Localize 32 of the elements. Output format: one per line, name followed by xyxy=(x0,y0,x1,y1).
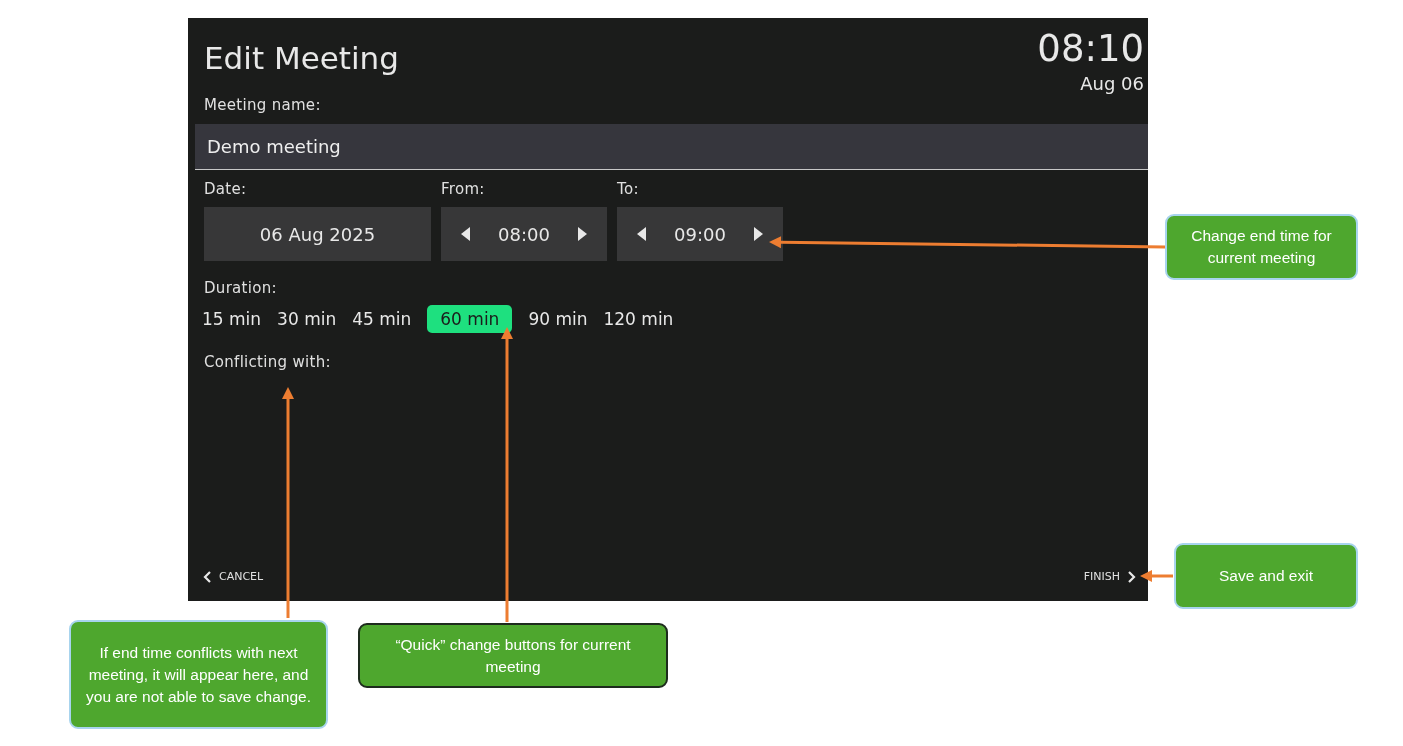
chevron-left-icon xyxy=(203,570,213,583)
field-label: To: xyxy=(617,180,640,198)
duration-option[interactable]: 45 min xyxy=(352,305,412,333)
decrease-time-icon[interactable] xyxy=(637,227,646,241)
chevron-right-icon xyxy=(1126,570,1136,583)
field-label: Duration: xyxy=(203,278,278,297)
duration-option[interactable]: 30 min xyxy=(277,305,337,333)
time-value: 09:00 xyxy=(674,223,726,245)
field-label: Date: xyxy=(204,180,248,198)
annotation-callout: “Quick” change buttons for current meeting xyxy=(358,623,668,688)
duration-option[interactable]: 120 min xyxy=(603,305,674,333)
cancel-button[interactable]: CANCEL xyxy=(203,570,264,583)
field-label: Meeting name: xyxy=(203,96,322,114)
increase-time-icon[interactable] xyxy=(754,227,763,241)
field-label: From: xyxy=(441,180,486,198)
decrease-time-icon[interactable] xyxy=(461,227,470,241)
arrow xyxy=(1140,570,1173,582)
screen-title: Edit Meeting xyxy=(204,40,399,78)
date-field[interactable]: 06 Aug 2025 xyxy=(204,207,431,261)
field-label: Conflicting with: xyxy=(203,352,332,371)
annotation-callout: If end time conflicts with next meeting, it will appear here, and you are not able to save change. xyxy=(69,620,328,729)
duration-option[interactable]: 15 min xyxy=(202,305,262,333)
time-value: 08:00 xyxy=(498,223,550,245)
meeting-name-field[interactable]: Demo meeting xyxy=(195,124,1148,170)
clock-time: 08:10 xyxy=(1037,30,1144,67)
finish-button[interactable]: FINISH xyxy=(1083,570,1136,583)
increase-time-icon[interactable] xyxy=(578,227,587,241)
duration-option[interactable]: 60 min xyxy=(427,305,513,333)
clock-date: Aug 06 xyxy=(1080,73,1144,94)
annotation-callout: Change end time for current meeting xyxy=(1165,214,1358,280)
annotation-callout: Save and exit xyxy=(1174,543,1358,609)
duration-option[interactable]: 90 min xyxy=(528,305,588,333)
